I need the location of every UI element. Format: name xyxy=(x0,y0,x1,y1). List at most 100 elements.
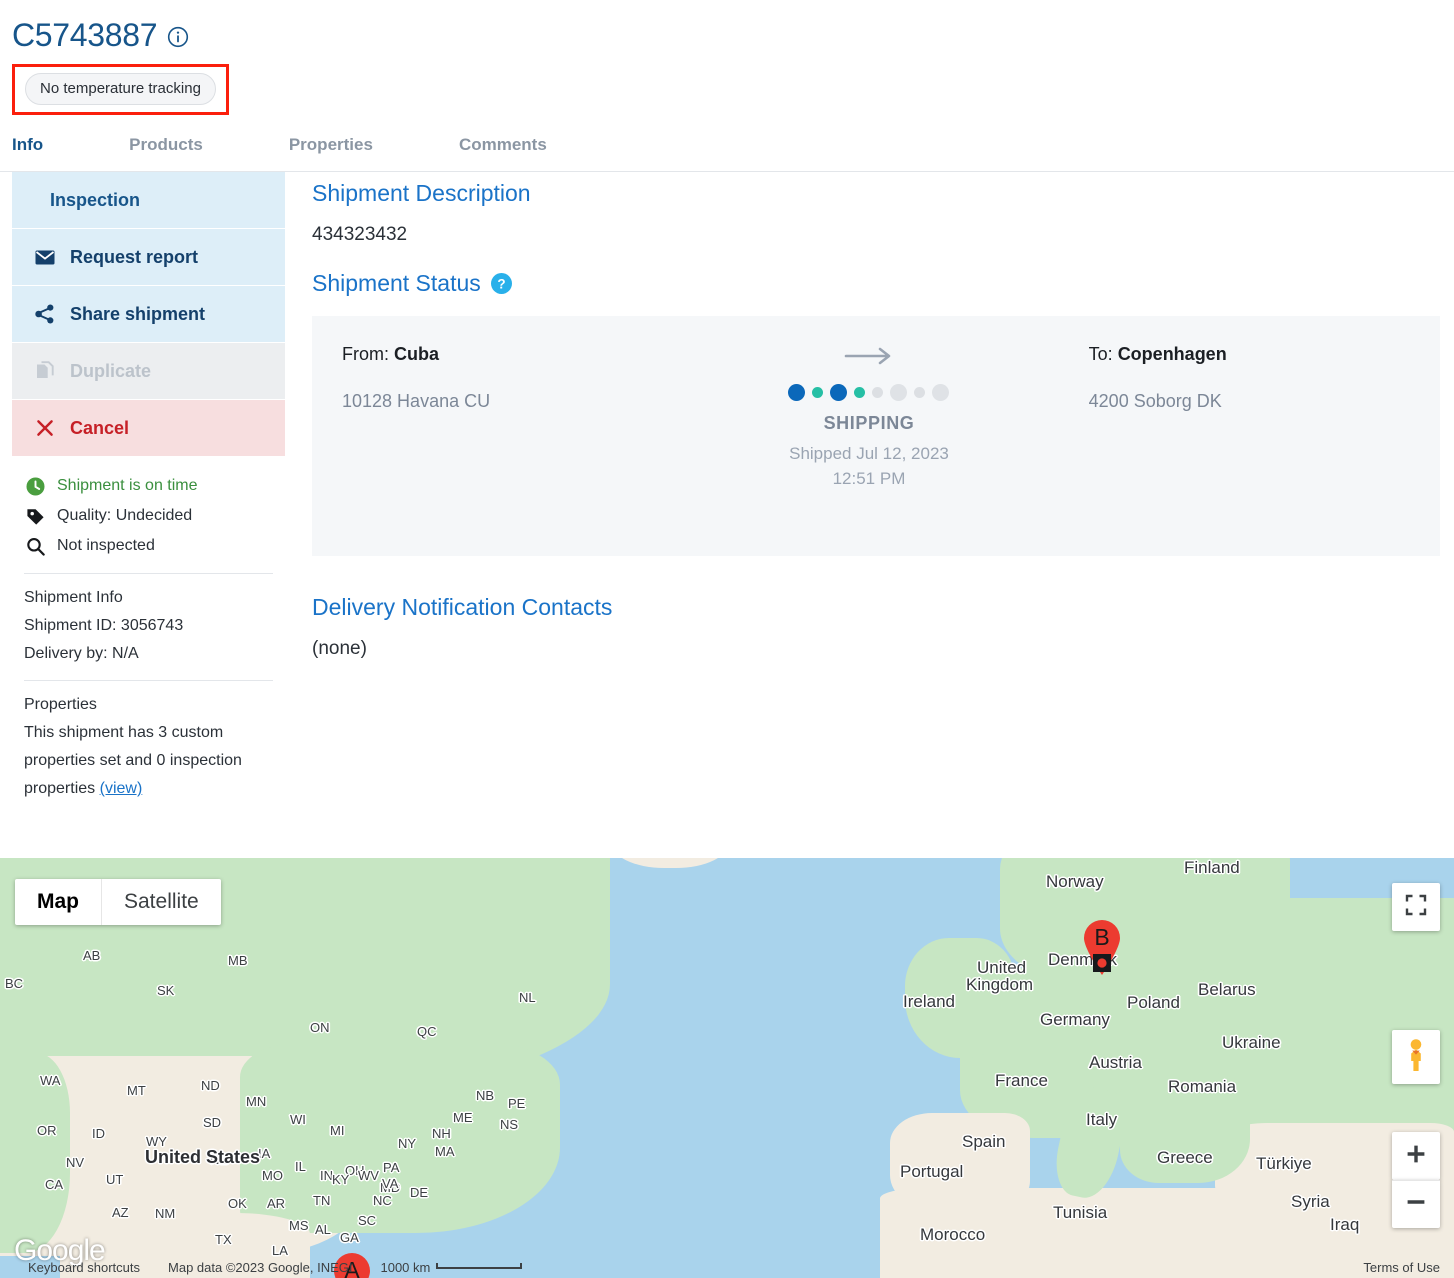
map-label: NB xyxy=(476,1088,495,1103)
info-circle-icon[interactable] xyxy=(167,26,189,48)
map-label: MS xyxy=(289,1218,309,1233)
destination-column: To: Copenhagen 4200 Soborg DK xyxy=(1045,316,1440,556)
shipment-detail-page: C5743887 No temperature tracking Info Pr… xyxy=(0,0,1454,1278)
tab-bar: Info Products Properties Comments xyxy=(0,129,1454,172)
map-label: TX xyxy=(215,1232,232,1247)
map-label: NM xyxy=(155,1206,176,1221)
tab-products[interactable]: Products xyxy=(129,129,203,171)
copy-icon xyxy=(34,360,56,382)
sidebar-item-inspection[interactable]: Inspection xyxy=(12,172,285,229)
map-label: SD xyxy=(203,1115,222,1130)
map-label: GA xyxy=(340,1230,359,1245)
map-label: France xyxy=(995,1071,1048,1090)
x-mark-icon xyxy=(34,417,56,439)
map-attribution-bar: Keyboard shortcuts Map data ©2023 Google… xyxy=(0,1256,1454,1278)
map-label: Norway xyxy=(1046,872,1104,891)
map-label: Belarus xyxy=(1198,980,1256,999)
zoom-out-icon xyxy=(1405,1191,1427,1218)
map-label: UT xyxy=(106,1172,124,1187)
page-body: Inspection Request report Share shipment… xyxy=(0,172,1454,803)
origin-heading: From: Cuba xyxy=(342,344,693,365)
arrow-right-icon xyxy=(844,346,894,371)
tab-info[interactable]: Info xyxy=(12,129,43,171)
map-label: Italy xyxy=(1086,1110,1118,1129)
title-row: C5743887 xyxy=(12,16,1454,54)
map-label: PA xyxy=(383,1160,400,1175)
tab-comments[interactable]: Comments xyxy=(459,129,547,171)
street-view-pegman-button[interactable] xyxy=(1392,1030,1440,1084)
page-header: C5743887 No temperature tracking xyxy=(0,0,1454,115)
map-label: MA xyxy=(435,1144,455,1159)
keyboard-shortcuts-link[interactable]: Keyboard shortcuts xyxy=(28,1260,140,1275)
map-label: NY xyxy=(398,1136,417,1151)
tag-icon xyxy=(24,505,46,527)
progress-state-label: SHIPPING xyxy=(823,413,915,433)
fullscreen-button[interactable] xyxy=(1392,883,1440,931)
map-type-satellite[interactable]: Satellite xyxy=(101,879,221,925)
map-type-selector[interactable]: Map Satellite xyxy=(15,879,221,925)
map-label: CA xyxy=(45,1177,64,1192)
map-label: MO xyxy=(262,1168,283,1183)
page-title: C5743887 xyxy=(12,17,158,53)
delivery-contacts-value: (none) xyxy=(312,638,367,659)
sidebar-item-request-report[interactable]: Request report xyxy=(12,229,285,286)
share-nodes-icon xyxy=(34,303,56,325)
tab-properties[interactable]: Properties xyxy=(289,129,373,171)
map-label: Germany xyxy=(1040,1010,1110,1029)
map-marker-b-label: B xyxy=(1094,924,1110,950)
question-circle-icon[interactable]: ? xyxy=(490,271,512,294)
map-label: ME xyxy=(453,1110,473,1125)
map-label: Morocco xyxy=(920,1225,986,1244)
map-label: Poland xyxy=(1127,993,1180,1012)
status-label: Shipment is on time xyxy=(57,477,198,494)
progress-dot-5 xyxy=(872,386,884,398)
map-label: MI xyxy=(330,1123,345,1138)
map-label: ND xyxy=(201,1078,220,1093)
clock-icon xyxy=(24,475,46,497)
map-label: Türkiye xyxy=(1256,1154,1312,1173)
map-label: IL xyxy=(295,1159,306,1174)
map-label: United States xyxy=(145,1147,261,1167)
origin-address: 10128 Havana CU xyxy=(342,391,491,411)
delivery-contacts-heading: Delivery Notification Contacts xyxy=(312,594,613,620)
map-label: Kingdom xyxy=(966,975,1034,994)
sidebar-item-label: Cancel xyxy=(70,417,130,438)
map-panel[interactable]: AB BC SK MB ON QC NL WA MT ND MN WI MI NB PE ME NS NH NY MA… xyxy=(0,858,1454,1278)
map-label: Iraq xyxy=(1330,1215,1360,1234)
properties-block: Properties This shipment has 3 custom pr… xyxy=(12,681,285,803)
map-label: Ukraine xyxy=(1222,1033,1281,1052)
zoom-out-button[interactable] xyxy=(1392,1180,1440,1228)
sidebar-item-label: Duplicate xyxy=(70,360,152,381)
progress-dot-3 xyxy=(830,383,848,401)
properties-view-link[interactable]: (view) xyxy=(100,780,143,797)
map-label: Austria xyxy=(1089,1053,1142,1072)
to-value: Copenhagen xyxy=(1117,344,1227,364)
map-label: MT xyxy=(127,1083,146,1098)
zoom-in-button[interactable] xyxy=(1392,1132,1440,1180)
map-label: NS xyxy=(500,1117,519,1132)
map-label: VA xyxy=(382,1176,399,1191)
map-type-map[interactable]: Map xyxy=(15,879,101,925)
map-label: OK xyxy=(228,1196,247,1211)
shipment-status-list: Shipment is on time Quality: Undecided N… xyxy=(12,471,285,561)
progress-dot-1 xyxy=(788,383,806,401)
shipment-description-value: 434323432 xyxy=(312,224,408,245)
map-label: Syria xyxy=(1291,1192,1330,1211)
map-destination-square-icon xyxy=(1093,954,1111,972)
terms-of-use-link[interactable]: Terms of Use xyxy=(1363,1260,1440,1275)
shipment-id: Shipment ID: 3056743 xyxy=(24,617,184,634)
shipment-status-heading-row: Shipment Status ? xyxy=(312,268,1440,298)
map-label: NC xyxy=(373,1193,392,1208)
map-label: AL xyxy=(315,1222,331,1237)
svg-text:?: ? xyxy=(497,276,505,291)
map-label: Greece xyxy=(1157,1148,1213,1167)
sidebar-item-share-shipment[interactable]: Share shipment xyxy=(12,286,285,343)
map-scale-bar xyxy=(436,1262,523,1269)
progress-dots xyxy=(788,383,950,401)
sidebar-item-cancel[interactable]: Cancel xyxy=(12,400,285,457)
map-label: WV xyxy=(358,1168,379,1183)
sidebar-item-label: Share shipment xyxy=(70,303,206,324)
pegman-street-view-icon xyxy=(1403,1038,1429,1077)
properties-description: This shipment has 3 custom properties se… xyxy=(24,719,285,803)
status-label: Not inspected xyxy=(57,537,155,554)
